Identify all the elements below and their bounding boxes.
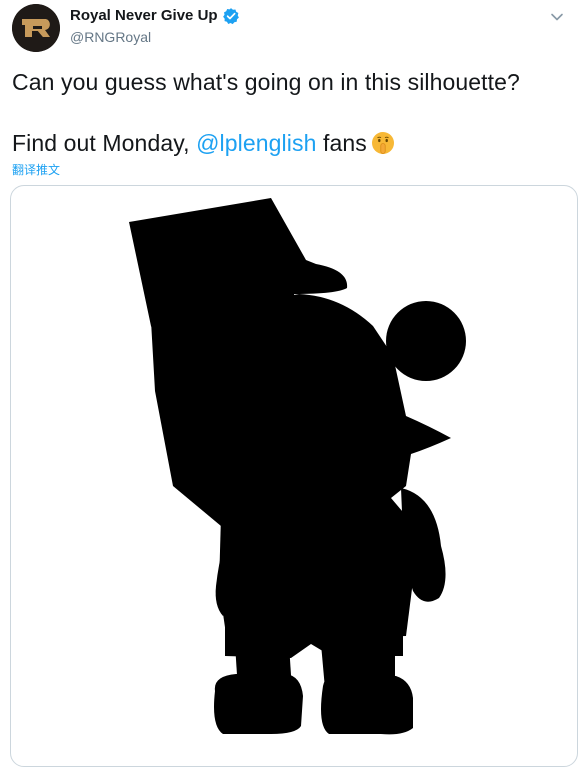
silhouette-image xyxy=(129,198,466,735)
tweet-text: Can you guess what's going on in this si… xyxy=(12,66,568,159)
tweet-media[interactable] xyxy=(10,185,578,767)
verified-badge-icon xyxy=(222,7,240,25)
line2-prefix: Find out Monday, xyxy=(12,130,197,156)
tweet-line-2: Find out Monday, @lplenglish fans xyxy=(12,127,568,159)
shushing-face-icon xyxy=(371,131,395,155)
author-info: Royal Never Give Up @RNGRoyal xyxy=(70,6,240,47)
display-name[interactable]: Royal Never Give Up xyxy=(70,6,218,26)
tweet-line-1: Can you guess what's going on in this si… xyxy=(12,69,520,95)
avatar[interactable] xyxy=(12,4,60,52)
rng-logo-icon xyxy=(12,4,60,52)
tweet-card: Royal Never Give Up @RNGRoyal Can you gu… xyxy=(0,0,580,767)
line-spacer xyxy=(12,98,568,127)
chevron-down-icon[interactable] xyxy=(548,8,566,26)
mention-link[interactable]: @lplenglish xyxy=(196,130,316,156)
handle[interactable]: @RNGRoyal xyxy=(70,27,240,47)
line2-suffix: fans xyxy=(316,130,367,156)
name-row: Royal Never Give Up xyxy=(70,6,240,26)
translate-tweet-link[interactable]: 翻译推文 xyxy=(12,161,60,178)
